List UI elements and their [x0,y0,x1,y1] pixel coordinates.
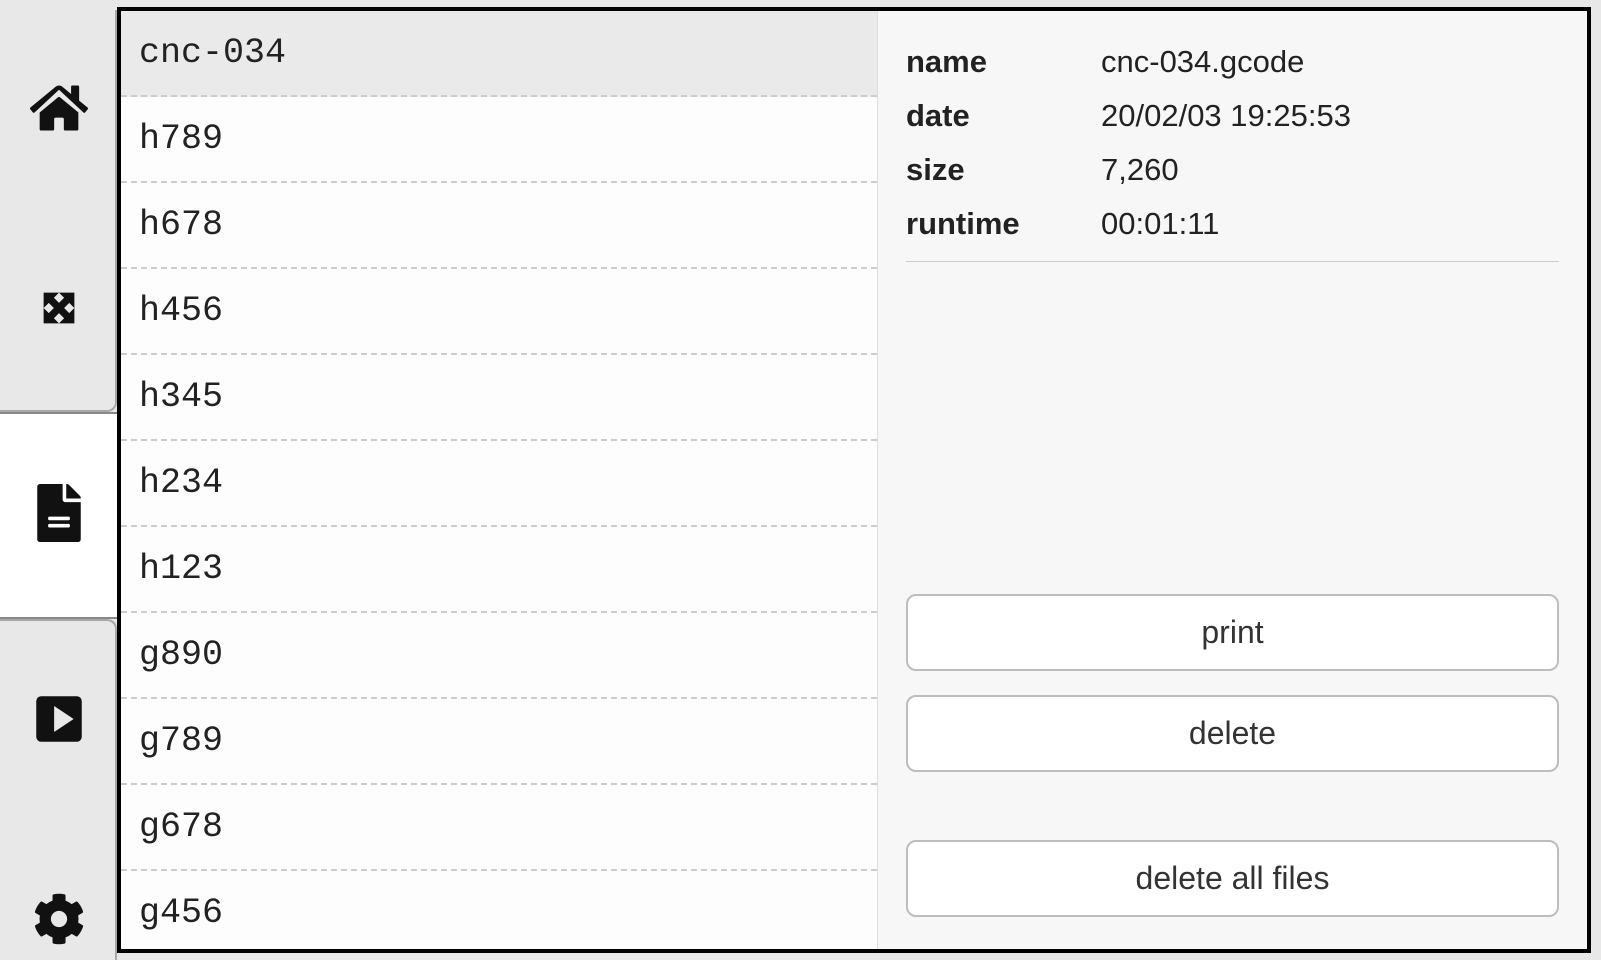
file-item[interactable]: h123 [121,527,877,613]
file-item[interactable]: cnc-034 [121,11,877,97]
meta-row-date: date 20/02/03 19:25:53 [906,89,1559,143]
file-item[interactable]: h678 [121,183,877,269]
meta-key: size [906,152,1101,188]
meta-row-size: size 7,260 [906,143,1559,197]
home-icon [30,79,88,142]
file-item[interactable]: h456 [121,269,877,355]
sidebar-tab-files[interactable] [0,412,117,619]
file-icon [30,484,88,547]
file-item[interactable]: g789 [121,699,877,785]
detail-panel: name cnc-034.gcode date 20/02/03 19:25:5… [877,11,1587,949]
file-item[interactable]: h345 [121,355,877,441]
meta-row-runtime: runtime 00:01:11 [906,197,1559,251]
file-item[interactable]: g890 [121,613,877,699]
sidebar-group-bottom [0,619,117,960]
main-frame: cnc-034h789h678h456h345h234h123g890g789g… [117,7,1591,953]
sidebar-tab-home[interactable] [0,10,117,210]
action-buttons: print delete delete all files [906,594,1559,925]
sidebar-tab-play[interactable] [0,621,117,821]
file-metadata: name cnc-034.gcode date 20/02/03 19:25:5… [906,35,1559,262]
sidebar-tab-move[interactable] [0,210,117,410]
meta-val: 7,260 [1101,152,1179,188]
gap [906,796,1559,816]
file-list[interactable]: cnc-034h789h678h456h345h234h123g890g789g… [121,11,877,949]
meta-val: 00:01:11 [1101,206,1219,242]
gear-icon [33,893,85,950]
arrows-icon [30,279,88,342]
sidebar-group-top [0,10,117,412]
meta-val: 20/02/03 19:25:53 [1101,98,1351,134]
meta-row-name: name cnc-034.gcode [906,35,1559,89]
meta-key: date [906,98,1101,134]
sidebar-tab-settings[interactable] [0,821,117,960]
meta-key: runtime [906,206,1101,242]
play-icon [33,693,85,750]
spacer [906,262,1559,594]
print-button[interactable]: print [906,594,1559,671]
file-item[interactable]: g456 [121,871,877,949]
sidebar [0,0,117,960]
file-item[interactable]: g678 [121,785,877,871]
meta-val: cnc-034.gcode [1101,44,1304,80]
file-item[interactable]: h789 [121,97,877,183]
delete-all-button[interactable]: delete all files [906,840,1559,917]
delete-button[interactable]: delete [906,695,1559,772]
file-item[interactable]: h234 [121,441,877,527]
meta-key: name [906,44,1101,80]
